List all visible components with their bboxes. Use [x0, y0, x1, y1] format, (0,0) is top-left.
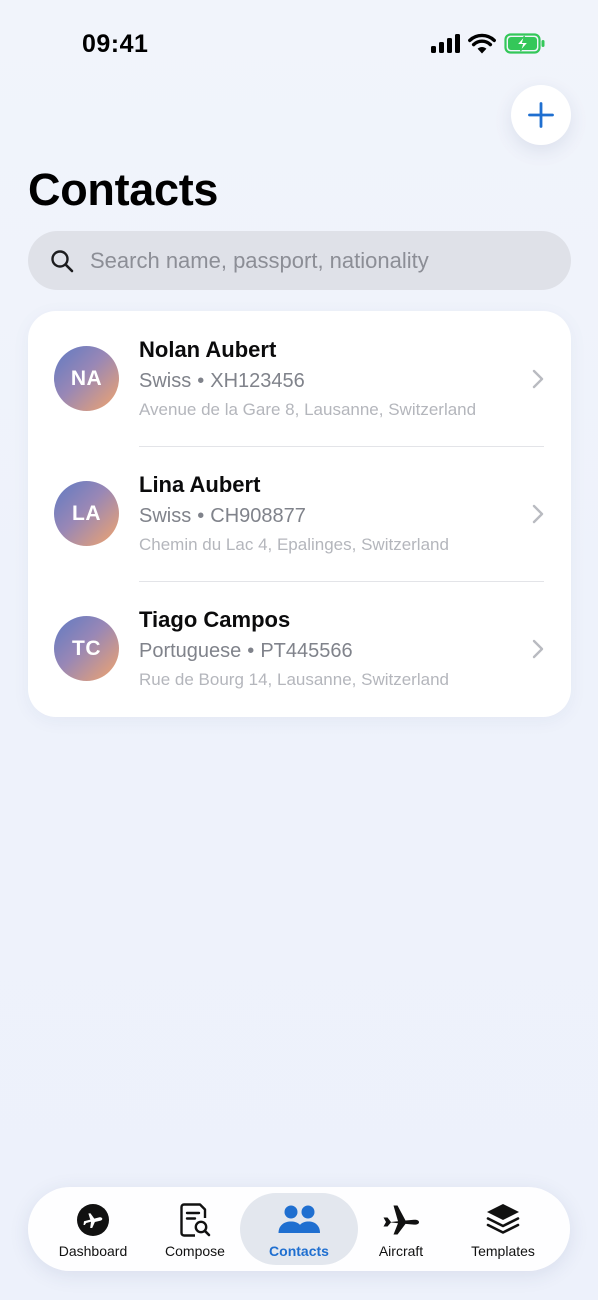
contact-meta: Swiss • CH908877 [139, 505, 306, 528]
tab-compose[interactable]: Compose [140, 1187, 250, 1271]
contact-meta: Swiss • XH123456 [139, 370, 305, 393]
tab-icon-wrap [76, 1202, 110, 1238]
avatar-initials: TC [72, 636, 101, 660]
tab-icon-wrap [277, 1202, 321, 1238]
avatar: TC [54, 616, 119, 681]
meta-separator: • [197, 505, 205, 527]
search-input[interactable] [90, 247, 571, 274]
document-search-icon [180, 1203, 211, 1237]
contact-nationality: Swiss [139, 505, 192, 527]
status-icons [431, 33, 546, 54]
contact-row[interactable]: LA Lina Aubert Swiss • CH908877 Chemin du … [28, 446, 571, 581]
meta-separator: • [247, 640, 255, 662]
contact-passport: XH123456 [210, 370, 305, 392]
people-icon [278, 1205, 320, 1233]
contact-passport: CH908877 [210, 505, 306, 527]
tab-icon-wrap [382, 1202, 420, 1238]
tab-bar: Dashboard Compose Contacts Aircraft Temp… [28, 1187, 570, 1271]
contact-name: Tiago Campos [139, 607, 291, 632]
plus-icon [528, 102, 554, 128]
cellular-signal-icon [431, 34, 460, 53]
contact-name: Lina Aubert [139, 472, 261, 497]
chevron-right-icon [532, 369, 544, 389]
contact-nationality: Swiss [139, 370, 192, 392]
contact-passport: PT445566 [260, 640, 353, 662]
search-icon-wrap [28, 249, 90, 273]
tab-templates[interactable]: Templates [448, 1187, 558, 1271]
chevron-right-icon [532, 504, 544, 524]
wifi-icon [468, 33, 496, 54]
chevron-right-icon [532, 639, 544, 659]
tab-label: Dashboard [58, 1243, 128, 1259]
tab-aircraft[interactable]: Aircraft [346, 1187, 456, 1271]
avatar-initials: NA [70, 366, 103, 390]
avatar-initials: LA [72, 501, 101, 525]
battery-charging-icon [504, 33, 545, 54]
avatar: NA [54, 346, 119, 411]
contact-nationality: Portuguese [139, 640, 242, 662]
search-icon [51, 249, 74, 272]
tab-dashboard[interactable]: Dashboard [38, 1187, 148, 1271]
tab-icon-wrap [179, 1202, 211, 1238]
contacts-list: NA Nolan Aubert Swiss • XH123456 Avenue de… [28, 311, 571, 717]
layers-icon [486, 1204, 520, 1234]
tab-label: Compose [165, 1243, 225, 1259]
search-bar[interactable] [28, 231, 571, 290]
tab-icon-wrap [485, 1202, 521, 1238]
tab-label: Templates [471, 1243, 535, 1259]
contact-meta: Portuguese • PT445566 [139, 640, 353, 663]
meta-separator: • [197, 370, 205, 392]
contacts-screen: 09:41 Contacts Search name, passport, na… [0, 0, 598, 1300]
page-title: Contacts [28, 164, 219, 215]
airplane-icon [383, 1205, 419, 1235]
contact-address: Rue de Bourg 14, Lausanne, Switzerland [139, 670, 449, 689]
status-time: 09:41 [82, 30, 149, 58]
contact-row[interactable]: TC Tiago Campos Portuguese • PT445566 Rue … [28, 581, 571, 716]
avatar: LA [54, 481, 119, 546]
contact-address: Avenue de la Gare 8, Lausanne, Switzerla… [139, 400, 477, 419]
tab-label: Contacts [269, 1243, 329, 1259]
contact-address: Chemin du Lac 4, Epalinges, Switzerland [139, 535, 449, 554]
contact-name: Nolan Aubert [139, 337, 277, 362]
status-bar: 09:41 [0, 0, 598, 90]
tab-contacts[interactable]: Contacts [244, 1187, 354, 1271]
tab-label: Aircraft [378, 1243, 424, 1259]
plane-circle-icon [77, 1204, 109, 1236]
contact-row[interactable]: NA Nolan Aubert Swiss • XH123456 Avenue de… [28, 311, 571, 446]
add-contact-button[interactable] [511, 85, 571, 145]
